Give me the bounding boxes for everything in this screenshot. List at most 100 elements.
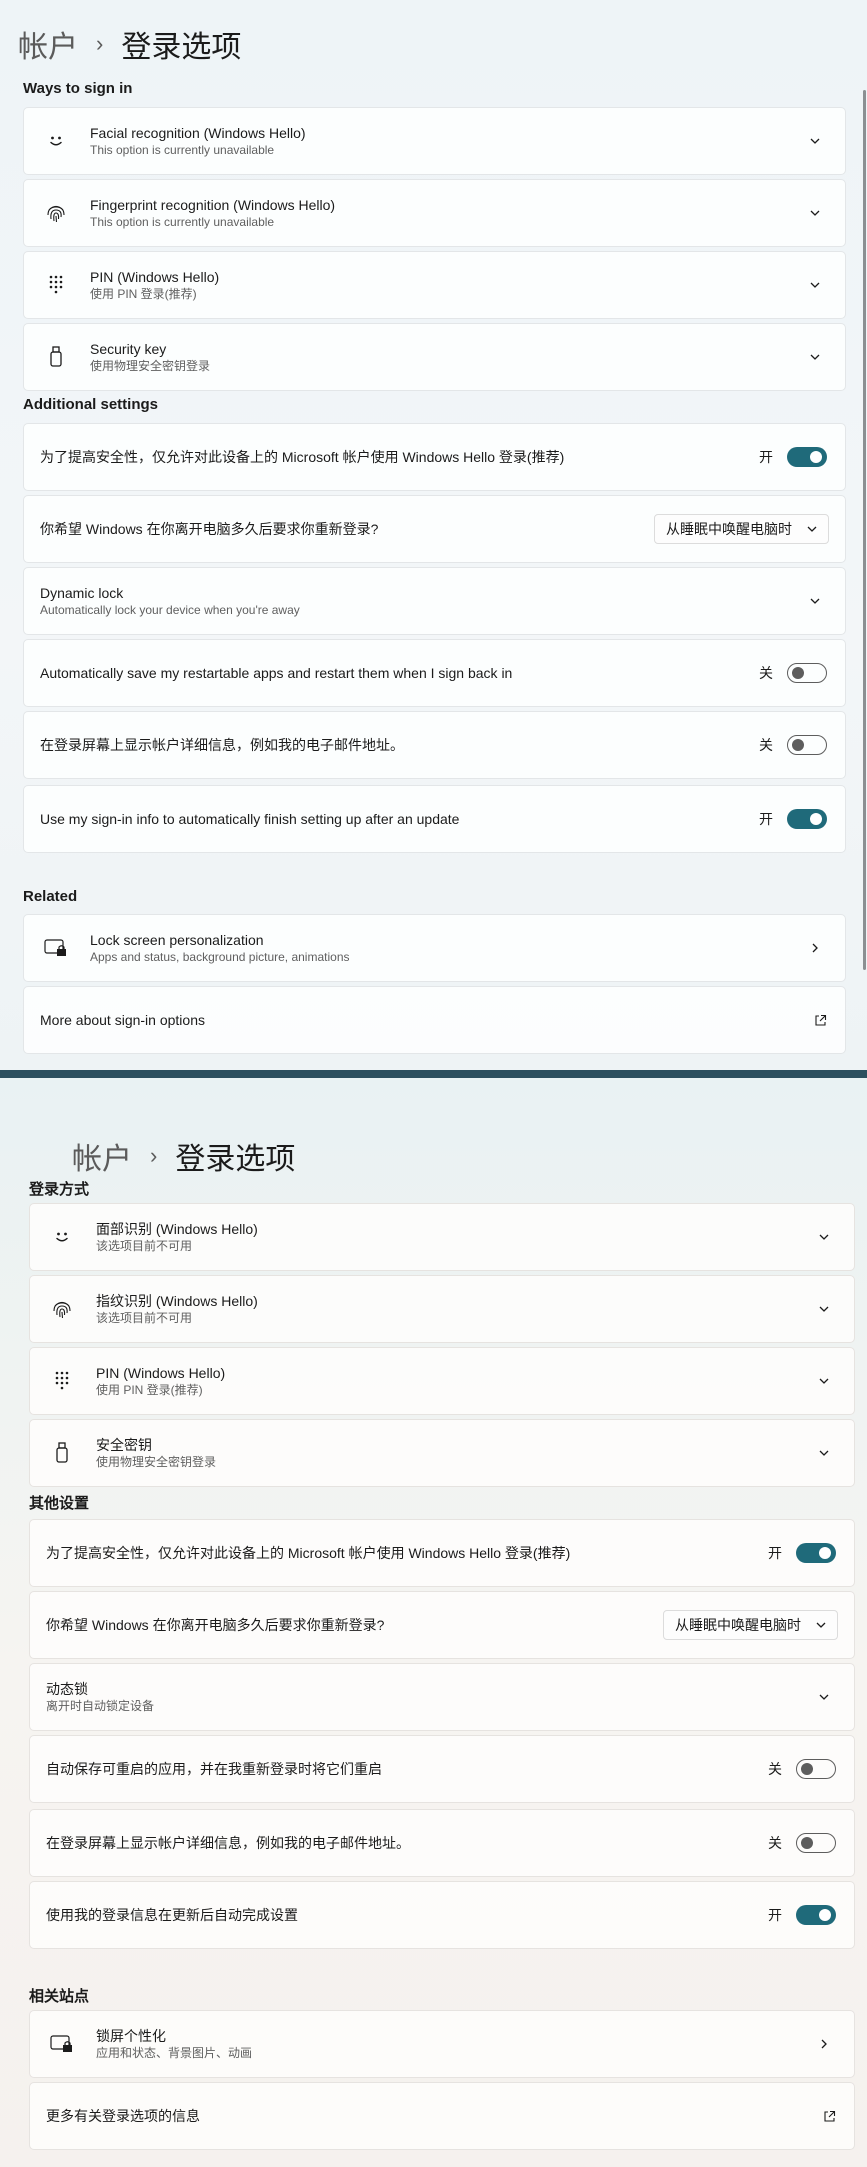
card-title: Facial recognition (Windows Hello): [90, 125, 306, 141]
card-title: Security key: [90, 341, 167, 357]
setting-label: 为了提高安全性，仅允许对此设备上的 Microsoft 帐户使用 Windows…: [40, 449, 565, 465]
chevron-down-icon[interactable]: [809, 135, 821, 147]
toggle-knob: [819, 1909, 831, 1921]
card-subtitle: 该选项目前不可用: [96, 1239, 193, 1253]
chevron-right-icon[interactable]: [809, 942, 821, 954]
card-title: 锁屏个性化: [96, 2028, 166, 2044]
toggle-state-label: 开: [768, 1907, 782, 1923]
chevron-down-icon[interactable]: [809, 595, 821, 607]
toggle-knob: [810, 451, 822, 463]
breadcrumb-separator: ›: [150, 1143, 158, 1168]
lock-screen-personalization-card[interactable]: 锁屏个性化 应用和状态、背景图片、动画: [29, 2010, 855, 2078]
breadcrumb-separator: ›: [96, 31, 104, 56]
section-header-additional-settings: Additional settings: [23, 396, 158, 413]
card-title: 安全密钥: [96, 1437, 152, 1453]
more-about-signin-link[interactable]: More about sign-in options: [23, 986, 846, 1054]
signin-info-setting: Use my sign-in info to automatically fin…: [23, 785, 846, 853]
chevron-down-icon[interactable]: [818, 1231, 830, 1243]
section-header-additional-settings: 其他设置: [29, 1495, 90, 1512]
card-subtitle: 该选项目前不可用: [96, 1311, 193, 1325]
pin-keypad-icon: [42, 1370, 82, 1392]
card-subtitle: 应用和状态、背景图片、动画: [96, 2046, 253, 2060]
dropdown-value: 从睡眠中唤醒电脑时: [675, 1617, 801, 1633]
setting-label: 在登录屏幕上显示帐户详细信息，例如我的电子邮件地址。: [46, 1835, 410, 1851]
fingerprint-icon: [42, 1298, 82, 1320]
account-details-setting: 在登录屏幕上显示帐户详细信息，例如我的电子邮件地址。 关: [23, 711, 846, 779]
lock-screen-personalization-card[interactable]: Lock screen personalization Apps and sta…: [23, 914, 846, 982]
fingerprint-recognition-card[interactable]: Fingerprint recognition (Windows Hello) …: [23, 179, 846, 247]
chevron-down-icon[interactable]: [809, 207, 821, 219]
card-title: More about sign-in options: [40, 1012, 205, 1028]
setting-label: 使用我的登录信息在更新后自动完成设置: [46, 1907, 298, 1923]
card-title: 面部识别 (Windows Hello): [96, 1221, 258, 1237]
relogin-dropdown[interactable]: 从睡眠中唤醒电脑时: [663, 1610, 838, 1640]
card-title: PIN (Windows Hello): [90, 269, 220, 285]
chevron-down-icon[interactable]: [818, 1691, 830, 1703]
pin-card[interactable]: PIN (Windows Hello) 使用 PIN 登录(推荐): [23, 251, 846, 319]
toggle-state-label: 开: [759, 449, 773, 465]
breadcrumb: 帐户 › 登录选项: [18, 22, 241, 66]
security-key-card[interactable]: Security key 使用物理安全密钥登录: [23, 323, 846, 391]
chevron-down-icon[interactable]: [809, 279, 821, 291]
toggle-state-label: 开: [759, 811, 773, 827]
restart-apps-toggle[interactable]: [787, 663, 827, 683]
card-subtitle: 使用 PIN 登录(推荐): [90, 287, 197, 301]
usb-key-icon: [42, 1442, 82, 1464]
card-title: Lock screen personalization: [90, 932, 264, 948]
pin-keypad-icon: [36, 274, 76, 296]
hello-only-setting: 为了提高安全性，仅允许对此设备上的 Microsoft 帐户使用 Windows…: [23, 423, 846, 491]
facial-recognition-card[interactable]: Facial recognition (Windows Hello) This …: [23, 107, 846, 175]
toggle-knob: [810, 813, 822, 825]
signin-info-toggle[interactable]: [787, 809, 827, 829]
toggle-state-label: 关: [768, 1835, 782, 1851]
relogin-setting: 你希望 Windows 在你离开电脑多久后要求你重新登录? 从睡眠中唤醒电脑时: [29, 1591, 855, 1659]
restart-apps-setting: 自动保存可重启的应用，并在我重新登录时将它们重启 关: [29, 1735, 855, 1803]
card-subtitle: This option is currently unavailable: [90, 143, 275, 157]
pin-card[interactable]: PIN (Windows Hello) 使用 PIN 登录(推荐): [29, 1347, 855, 1415]
chevron-down-icon[interactable]: [809, 351, 821, 363]
breadcrumb-accounts-link[interactable]: 帐户: [18, 22, 78, 66]
hello-only-toggle[interactable]: [796, 1543, 836, 1563]
dynamic-lock-card[interactable]: 动态锁 离开时自动锁定设备: [29, 1663, 855, 1731]
relogin-setting: 你希望 Windows 在你离开电脑多久后要求你重新登录? 从睡眠中唤醒电脑时: [23, 495, 846, 563]
restart-apps-toggle[interactable]: [796, 1759, 836, 1779]
relogin-dropdown[interactable]: 从睡眠中唤醒电脑时: [654, 514, 829, 544]
setting-label: 自动保存可重启的应用，并在我重新登录时将它们重启: [46, 1761, 382, 1777]
dynamic-lock-card[interactable]: Dynamic lock Automatically lock your dev…: [23, 567, 846, 635]
card-title: Dynamic lock: [40, 585, 124, 601]
toggle-knob: [819, 1547, 831, 1559]
hello-only-toggle[interactable]: [787, 447, 827, 467]
breadcrumb: 帐户 › 登录选项: [72, 1134, 295, 1178]
toggle-state-label: 关: [768, 1761, 782, 1777]
chevron-down-icon: [816, 1622, 826, 1628]
smile-face-icon: [42, 1227, 82, 1247]
security-key-card[interactable]: 安全密钥 使用物理安全密钥登录: [29, 1419, 855, 1487]
scrollbar[interactable]: [863, 90, 866, 970]
hello-only-setting: 为了提高安全性，仅允许对此设备上的 Microsoft 帐户使用 Windows…: [29, 1519, 855, 1587]
section-header-related: 相关站点: [29, 1988, 90, 2005]
chevron-down-icon[interactable]: [818, 1447, 830, 1459]
account-details-toggle[interactable]: [787, 735, 827, 755]
facial-recognition-card[interactable]: 面部识别 (Windows Hello) 该选项目前不可用: [29, 1203, 855, 1271]
section-header-related: Related: [23, 888, 78, 905]
card-subtitle: This option is currently unavailable: [90, 215, 275, 229]
chevron-down-icon[interactable]: [818, 1303, 830, 1315]
toggle-state-label: 关: [759, 737, 773, 753]
breadcrumb-accounts-link[interactable]: 帐户: [72, 1134, 132, 1178]
chevron-down-icon: [807, 526, 817, 532]
account-details-toggle[interactable]: [796, 1833, 836, 1853]
chevron-right-icon[interactable]: [818, 2038, 830, 2050]
card-subtitle: Automatically lock your device when you'…: [40, 603, 300, 617]
account-details-setting: 在登录屏幕上显示帐户详细信息，例如我的电子邮件地址。 关: [29, 1809, 855, 1877]
fingerprint-recognition-card[interactable]: 指纹识别 (Windows Hello) 该选项目前不可用: [29, 1275, 855, 1343]
more-about-signin-link[interactable]: 更多有关登录选项的信息: [29, 2082, 855, 2150]
signin-info-setting: 使用我的登录信息在更新后自动完成设置 开: [29, 1881, 855, 1949]
card-subtitle: 离开时自动锁定设备: [46, 1699, 155, 1713]
settings-panel-english: 帐户 › 登录选项 Ways to sign in Facial recogni…: [0, 0, 867, 1070]
card-title: 动态锁: [46, 1681, 88, 1697]
toggle-state-label: 开: [768, 1545, 782, 1561]
card-title: PIN (Windows Hello): [96, 1365, 226, 1381]
lock-screen-icon: [42, 2034, 82, 2054]
chevron-down-icon[interactable]: [818, 1375, 830, 1387]
signin-info-toggle[interactable]: [796, 1905, 836, 1925]
